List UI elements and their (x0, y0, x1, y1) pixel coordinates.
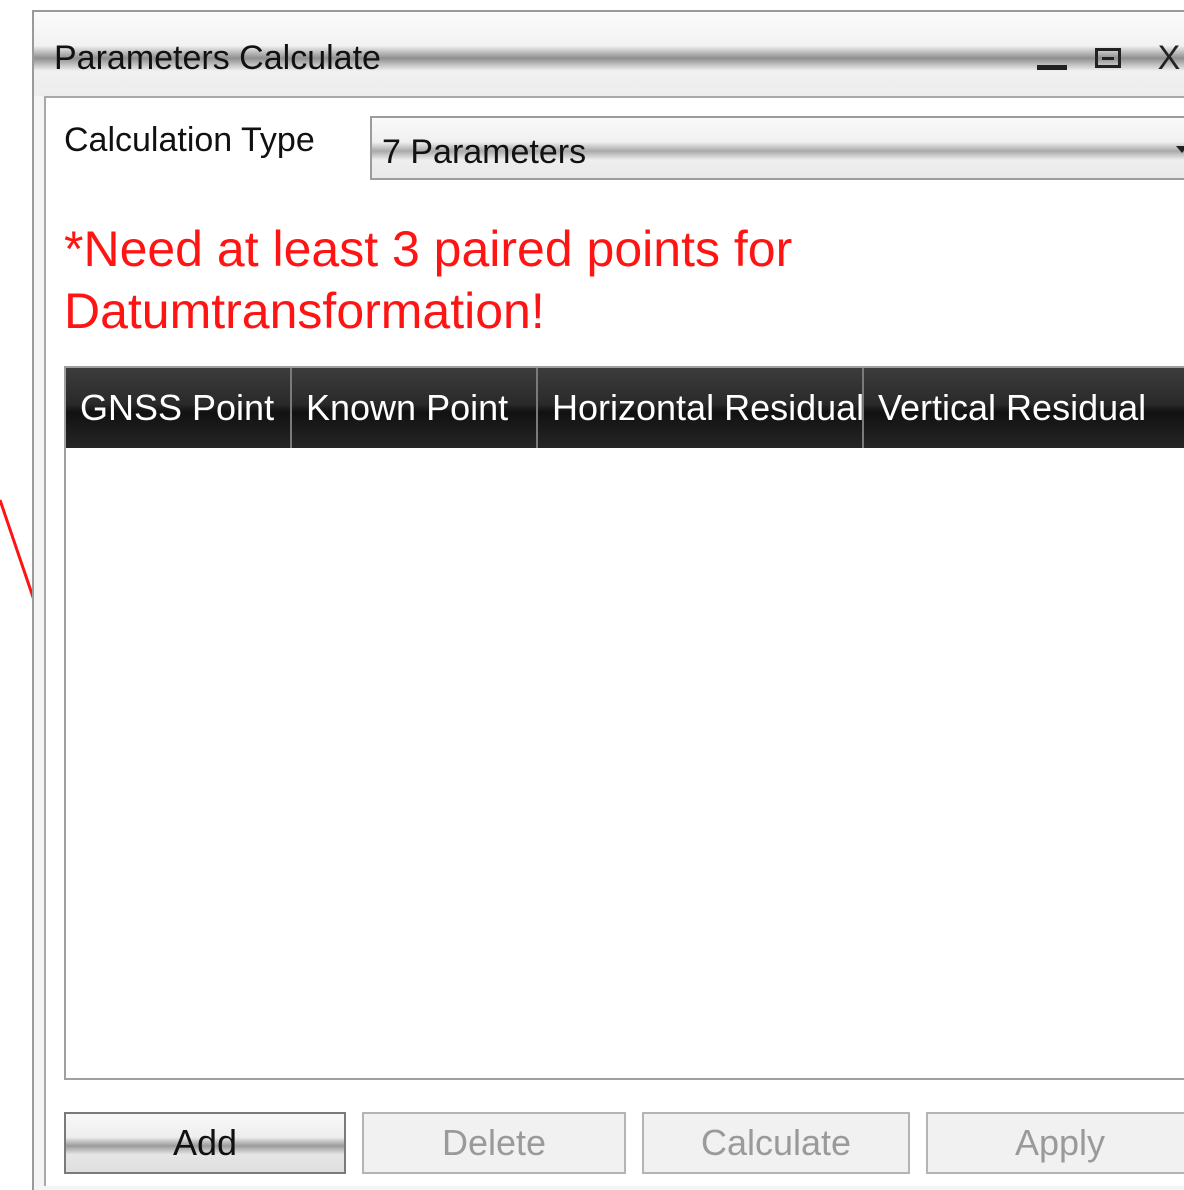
delete-button[interactable]: Delete (362, 1112, 626, 1174)
parameters-calculate-window: Parameters Calculate X Calculation Type … (32, 10, 1184, 1190)
column-header-horizontal-residual[interactable]: Horizontal Residual (538, 368, 864, 448)
calculation-type-value: 7 Parameters (382, 133, 587, 171)
chevron-down-icon[interactable] (1176, 146, 1184, 153)
column-header-vertical-residual[interactable]: Vertical Residual (864, 368, 1184, 448)
calculation-type-select[interactable]: 7 Parameters (370, 116, 1184, 180)
minimize-button[interactable] (1024, 36, 1080, 80)
points-table[interactable]: GNSS Point Known Point Horizontal Residu… (64, 366, 1184, 1080)
minimize-icon (1037, 64, 1067, 70)
calculate-button[interactable]: Calculate (642, 1112, 910, 1174)
add-button[interactable]: Add (64, 1112, 346, 1174)
column-header-known-point[interactable]: Known Point (292, 368, 538, 448)
window-title: Parameters Calculate (54, 39, 381, 77)
dialog-content: Calculation Type 7 Parameters *Need at l… (44, 96, 1184, 1186)
title-bar[interactable]: Parameters Calculate X (34, 12, 1184, 96)
button-bar: Add Delete Calculate Apply (64, 1112, 1184, 1178)
close-icon: X (1157, 39, 1181, 77)
apply-button[interactable]: Apply (926, 1112, 1184, 1174)
close-button[interactable]: X (1136, 36, 1184, 80)
maximize-button[interactable] (1080, 36, 1136, 80)
maximize-icon (1095, 48, 1121, 68)
table-header: GNSS Point Known Point Horizontal Residu… (66, 368, 1184, 448)
warning-message: *Need at least 3 paired points for Datum… (64, 221, 793, 339)
column-header-gnss-point[interactable]: GNSS Point (66, 368, 292, 448)
calculation-type-label: Calculation Type (64, 121, 315, 159)
window-controls: X (1024, 36, 1184, 80)
